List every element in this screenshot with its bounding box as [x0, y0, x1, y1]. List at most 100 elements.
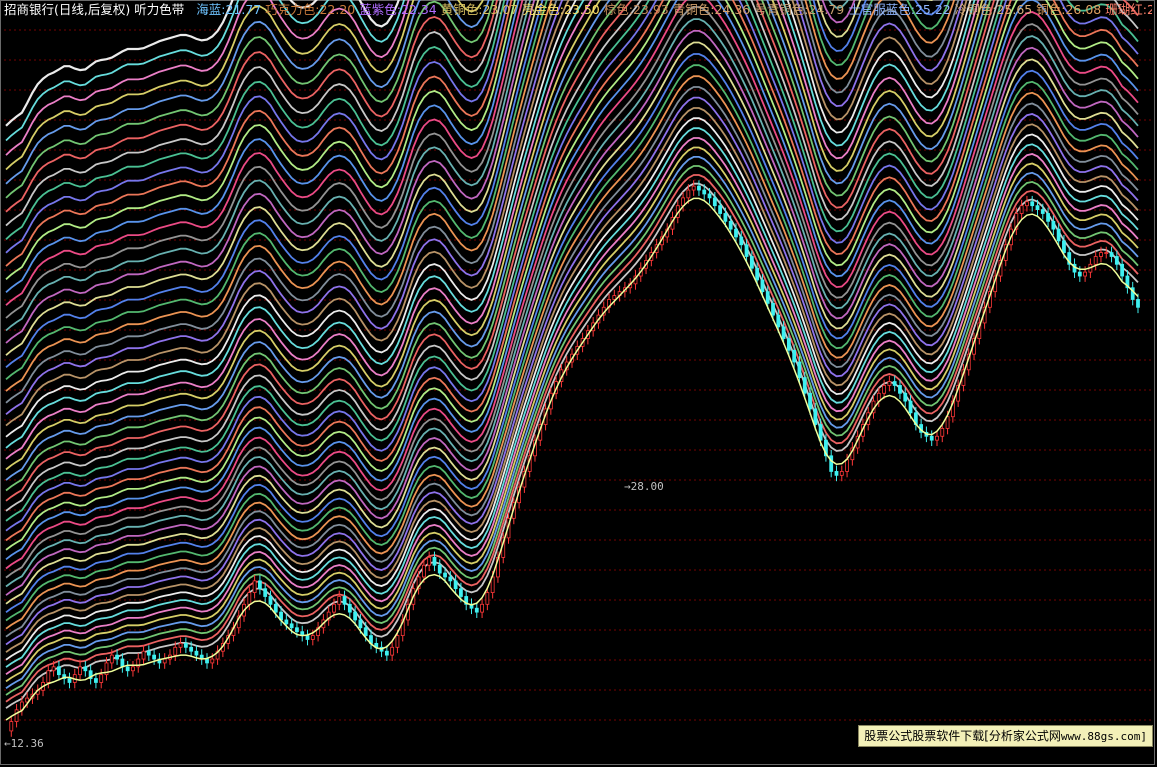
candle-body	[51, 666, 56, 672]
legend-item: 士官服蓝色:25.22	[848, 2, 951, 17]
chart-title: 招商银行(日线,后复权) 听力色带	[4, 2, 192, 17]
candle-body	[808, 392, 812, 410]
watermark-site: www.88gs.com]	[1060, 730, 1147, 743]
legend-item: 海蓝:21.77	[196, 2, 262, 17]
candle-body	[459, 588, 463, 597]
candle-body	[612, 295, 617, 300]
legend-item: 黄铜色:23.07	[440, 2, 519, 17]
candle-body	[786, 338, 791, 351]
legend-item: 亮金色:23.50	[522, 2, 600, 17]
candle-body	[474, 607, 479, 613]
candle-body	[1062, 240, 1066, 253]
candle-body	[427, 557, 432, 566]
candle-body	[1093, 256, 1098, 265]
candle-body	[384, 650, 389, 656]
candle-body	[908, 400, 913, 414]
candle-body	[1056, 228, 1061, 242]
candle-body	[760, 279, 765, 293]
indicator-name: 听力色带	[134, 2, 185, 17]
candle-body	[1114, 256, 1119, 265]
candle-body	[1019, 205, 1024, 214]
candle-body	[940, 428, 945, 437]
candle-body	[813, 408, 818, 425]
candle-body	[480, 603, 484, 613]
candle-body	[268, 596, 273, 605]
candle-body	[273, 603, 278, 613]
color-band-line	[5, 107, 1139, 653]
candle-body	[1109, 252, 1114, 257]
legend-item: 铜色:26.08	[1036, 2, 1102, 17]
candle-body	[178, 642, 183, 648]
candle-body	[46, 670, 51, 683]
candle-body	[358, 619, 363, 629]
candle-body	[162, 658, 167, 664]
window-title: 招商银行(日线,后复权)	[4, 2, 131, 17]
candle-body	[94, 678, 98, 683]
watermark: 股票公式股票软件下载[分析家公式网www.88gs.com]	[858, 725, 1153, 747]
candle-body	[421, 564, 426, 578]
candle-body	[67, 678, 72, 683]
candle-body	[310, 635, 315, 640]
candle-body	[14, 709, 19, 722]
candle-body	[342, 596, 347, 605]
candle-body	[395, 635, 400, 648]
candle-body	[1040, 209, 1045, 214]
candle-body	[1099, 252, 1103, 257]
legend-item: 珊瑚红:26.52	[1105, 2, 1152, 17]
candle-body	[792, 349, 797, 363]
candle-body	[247, 592, 252, 605]
candle-body	[1104, 252, 1109, 254]
candle-body	[712, 197, 717, 207]
candle-body	[115, 654, 119, 660]
candle-body	[189, 646, 194, 652]
legend-item: 棕色:23.93	[603, 2, 669, 17]
candle-body	[882, 385, 886, 394]
candle-body	[332, 603, 336, 613]
candle-body	[834, 471, 839, 476]
candle-body	[263, 588, 268, 597]
high-price-marker: →28.00	[624, 480, 664, 493]
candle-body	[453, 580, 458, 590]
candle-body	[284, 619, 289, 625]
candle-body	[1077, 271, 1082, 277]
candle-body	[887, 381, 892, 386]
candle-body	[734, 228, 738, 238]
candle-body	[755, 267, 760, 281]
candle-body	[707, 193, 712, 199]
candle-body	[289, 623, 294, 629]
candle-body	[173, 646, 178, 656]
candle-body	[347, 603, 352, 613]
candle-body	[194, 650, 199, 656]
candle-body	[109, 654, 114, 664]
watermark-text: 股票公式股票软件下载[分析家公式网	[864, 729, 1061, 743]
candle-body	[141, 650, 146, 660]
candle-body	[718, 205, 723, 214]
candle-body	[1120, 263, 1125, 277]
candle-body	[353, 611, 358, 621]
candle-body	[295, 627, 299, 633]
candle-body	[1083, 271, 1088, 277]
legend-item: 蓝紫色:22.34	[359, 2, 437, 17]
candle-body	[390, 646, 395, 656]
color-band-line	[5, 0, 490, 185]
candle-body	[1046, 213, 1050, 222]
candle-body	[337, 596, 342, 605]
candle-body	[125, 666, 130, 672]
candle-body	[765, 291, 770, 304]
candle-body	[898, 385, 902, 394]
candle-body	[1051, 220, 1056, 230]
candle-body	[702, 189, 707, 195]
candle-body	[437, 564, 442, 574]
candle-body	[945, 416, 950, 429]
candle-body	[448, 576, 453, 582]
candle-body	[83, 666, 88, 672]
candle-body	[305, 635, 310, 640]
candle-body	[781, 326, 786, 339]
ribbon-chart[interactable]	[0, 0, 1157, 767]
candle-body	[432, 557, 437, 566]
candle-body	[363, 627, 368, 636]
candle-body	[1025, 201, 1029, 207]
candle-body	[935, 435, 939, 441]
legend-item: 冷铜色:25.65	[954, 2, 1033, 17]
candle-body	[903, 392, 908, 402]
